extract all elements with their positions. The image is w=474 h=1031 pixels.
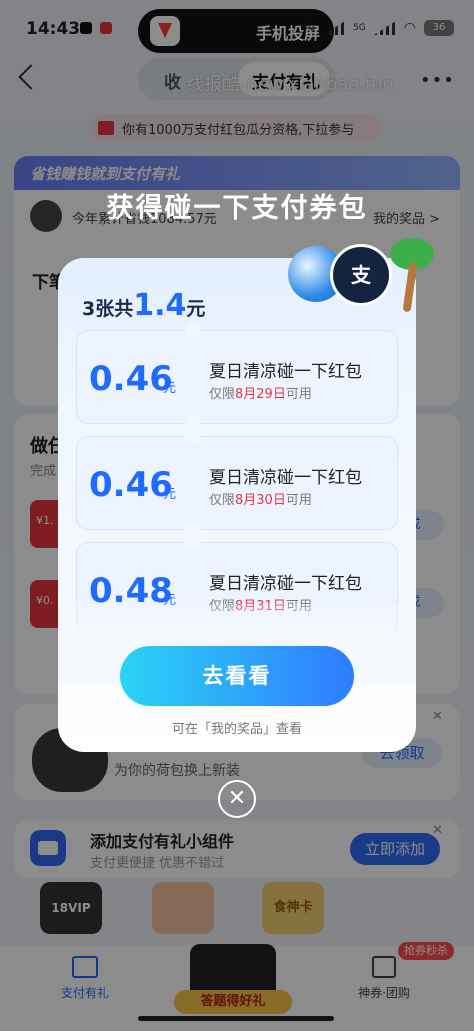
modal-title: 获得碰一下支付券包 (106, 193, 368, 224)
coupon-notch (185, 428, 201, 444)
alipay-nfc-icon: 支 (330, 244, 392, 306)
validity-suffix: 可用 (285, 493, 312, 508)
coupon-summary: 3张共1.4元 (82, 288, 205, 323)
validity-prefix: 仅限 (209, 493, 236, 508)
view-coupons-button[interactable]: 去看看 (120, 646, 354, 706)
coupon-name: 夏日清凉碰一下红包 (209, 362, 362, 382)
coupon-validity: 仅限8月30日可用 (209, 489, 312, 508)
palm-tree-icon (384, 234, 438, 318)
summary-prefix: 3张共 (82, 298, 134, 320)
coupon-name: 夏日清凉碰一下红包 (209, 468, 362, 488)
coupon-name: 夏日清凉碰一下红包 (209, 574, 362, 594)
coupon-amount: 0.46 (89, 465, 173, 505)
coupon-card[interactable]: 0.46 元 夏日清凉碰一下红包 仅限8月29日可用 (76, 322, 398, 432)
coupon-validity: 仅限8月29日可用 (209, 383, 312, 402)
coupon-notch (185, 322, 201, 338)
validity-suffix: 可用 (285, 387, 312, 402)
validity-date: 8月30日 (235, 493, 286, 508)
summary-amount: 1.4 (133, 288, 187, 323)
coupon-card[interactable]: 0.46 元 夏日清凉碰一下红包 仅限8月30日可用 (76, 428, 398, 538)
summary-suffix: 元 (186, 298, 206, 320)
prize-hint: 可在「我的奖品」查看 (171, 722, 302, 737)
coupon-pack-modal: 3张共1.4元 0.46 元 夏日清凉碰一下红包 仅限8月29日可用 0.46 … (58, 258, 416, 752)
coupon-unit: 元 (163, 487, 177, 502)
close-modal-icon[interactable]: ✕ (218, 780, 256, 818)
coupon-notch (185, 534, 201, 550)
validity-prefix: 仅限 (209, 387, 236, 402)
coupon-unit: 元 (163, 381, 177, 396)
coupon-amount: 0.46 (89, 359, 173, 399)
validity-date: 8月29日 (235, 387, 286, 402)
